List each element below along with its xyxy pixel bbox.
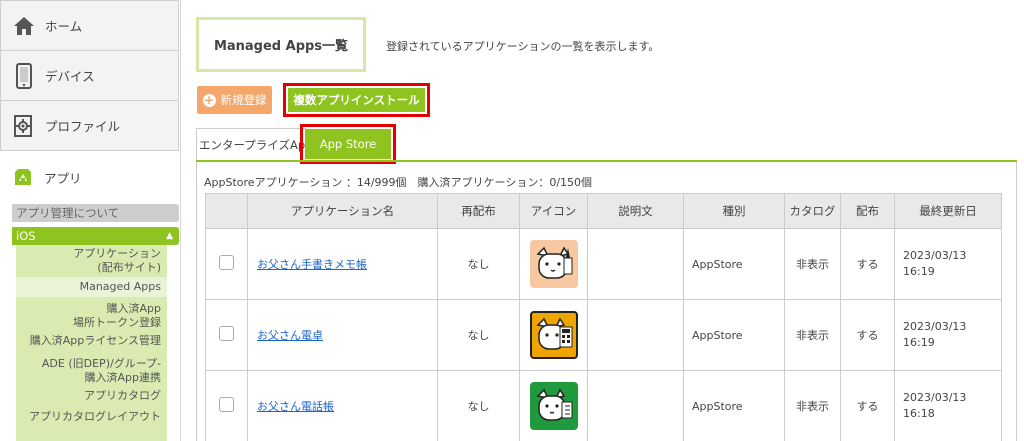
dog-calculator-icon [529,311,578,359]
apps-table: アプリケーション名 再配布 アイコン 説明文 種別 カタログ 配布 最終更新日 … [205,193,1002,441]
app-counts: AppStoreアプリケーション ：14/999個 購入済アプリケーション：0/… [204,176,593,189]
table-row: お父さん電卓 なし AppStore 非表示 する 2023/03/13 16:… [205,299,1002,371]
updated-time: 16:19 [903,265,935,278]
cell-kind: AppStore [683,370,785,441]
home-icon [13,13,35,39]
page-description: 登録されているアプリケーションの一覧を表示します。 [386,40,660,53]
header-last-updated: 最終更新日 [894,193,1002,229]
main-content: Managed Apps一覧 登録されているアプリケーションの一覧を表示します。… [180,0,1024,441]
updated-time: 16:18 [903,407,935,420]
cell-catalog: 非表示 [784,299,841,371]
updated-date: 2023/03/13 [903,249,967,262]
submenu-item-label: アプリカタログ [84,389,161,402]
nav-profile-label: プロファイル [45,119,121,134]
submenu-item-vpp-token[interactable]: 購入済App 場所トークン登録 [16,302,167,330]
cell-distribute: する [840,228,895,300]
tab-enterprise-app[interactable]: エンタープライズApp [196,128,306,160]
submenu-item-license[interactable]: 購入済Appライセンス管理 [16,334,167,348]
nav-apps[interactable]: アプリ [0,153,180,201]
cell-redistribute: なし [437,370,520,441]
header-select [205,193,248,229]
header-description: 説明文 [587,193,684,229]
tab-app-store-label: App Store [305,129,391,159]
ios-submenu: アプリケーション (配布サイト) Managed Apps 購入済App 場所ト… [16,245,167,441]
header-kind: 種別 [683,193,785,229]
dog-memo-icon [529,240,578,288]
cell-last-updated: 2023/03/13 16:19 [894,299,1002,371]
row-checkbox[interactable] [219,255,234,270]
cell-kind: AppStore [683,228,785,300]
app-name-link[interactable]: お父さん手書きメモ帳 [257,258,367,271]
nav-profile[interactable]: プロファイル [0,100,179,151]
cell-description [587,228,684,300]
header-icon: アイコン [519,193,588,229]
updated-date: 2023/03/13 [903,391,967,404]
cell-last-updated: 2023/03/13 16:18 [894,370,1002,441]
submenu-item-catalog-layout[interactable]: アプリカタログレイアウト [16,410,167,424]
new-register-button[interactable]: + 新規登録 [197,86,272,114]
smartphone-icon [13,62,35,89]
header-redistribute: 再配布 [437,193,520,229]
dog-phonebook-icon [529,382,578,430]
chevron-up-icon: ▲ [166,231,173,241]
header-app-name: アプリケーション名 [247,193,438,229]
cell-kind: AppStore [683,299,785,371]
submenu-item-ade[interactable]: ADE (旧DEP)/グループ- 購入済App連携 [16,357,167,385]
cell-distribute: する [840,299,895,371]
row-checkbox[interactable] [219,326,234,341]
updated-time: 16:19 [903,336,935,349]
cell-description [587,299,684,371]
cell-last-updated: 2023/03/13 16:19 [894,228,1002,300]
nav-apps-label: アプリ [44,170,82,186]
submenu-item-applications[interactable]: アプリケーション (配布サイト) [16,247,167,275]
submenu-item-label: 場所トークン登録 [73,316,161,329]
plus-icon: + [202,92,216,107]
app-name-link[interactable]: お父さん電卓 [257,329,323,342]
header-catalog: カタログ [784,193,841,229]
cell-redistribute: なし [437,228,520,300]
ios-section[interactable]: iOS ▲ [12,227,179,245]
sidebar: ホーム デバイス プロファイル アプリ アプリ管理について iOS ▲ アプリケ… [0,0,180,441]
submenu-item-catalog[interactable]: アプリカタログ [16,389,167,403]
nav-home-label: ホーム [45,19,83,34]
nav-home[interactable]: ホーム [0,0,179,51]
multi-install-button[interactable]: 複数アプリインストール [283,83,430,117]
header-distribute: 配布 [840,193,895,229]
multi-install-label: 複数アプリインストール [288,88,425,112]
cell-catalog: 非表示 [784,370,841,441]
apps-icon [12,164,34,190]
profile-gear-icon [13,113,35,139]
cell-distribute: する [840,370,895,441]
nav-device[interactable]: デバイス [0,50,179,101]
submenu-item-label: アプリケーション [73,247,161,260]
table-row: お父さん手書きメモ帳 なし AppStore 非表示 する 2023/03/13… [205,228,1002,300]
nav-device-label: デバイス [45,69,95,84]
submenu-item-label: 購入済App連携 [84,371,162,384]
app-name-link[interactable]: お父さん電話帳 [257,400,334,413]
submenu-item-label: (配布サイト) [97,261,161,274]
cell-description [587,370,684,441]
submenu-item-label: ADE (旧DEP)/グループ- [41,357,161,370]
submenu-item-label: 購入済Appライセンス管理 [29,334,161,347]
submenu-item-managed-apps[interactable]: Managed Apps [16,277,167,297]
updated-date: 2023/03/13 [903,320,967,333]
row-checkbox[interactable] [219,397,234,412]
submenu-item-label: Managed Apps [79,280,161,293]
table-header-row: アプリケーション名 再配布 アイコン 説明文 種別 カタログ 配布 最終更新日 [205,193,1002,229]
page-title: Managed Apps一覧 [196,17,366,72]
about-app-management[interactable]: アプリ管理について [12,204,179,222]
new-register-label: 新規登録 [220,93,267,107]
cell-catalog: 非表示 [784,228,841,300]
table-row: お父さん電話帳 なし AppStore 非表示 する 2023/03/13 16… [205,370,1002,441]
cell-redistribute: なし [437,299,520,371]
ios-label: iOS [16,229,36,243]
submenu-item-label: 購入済App [106,302,162,315]
submenu-item-label: アプリカタログレイアウト [29,410,161,423]
tab-app-store[interactable]: App Store [300,124,396,164]
